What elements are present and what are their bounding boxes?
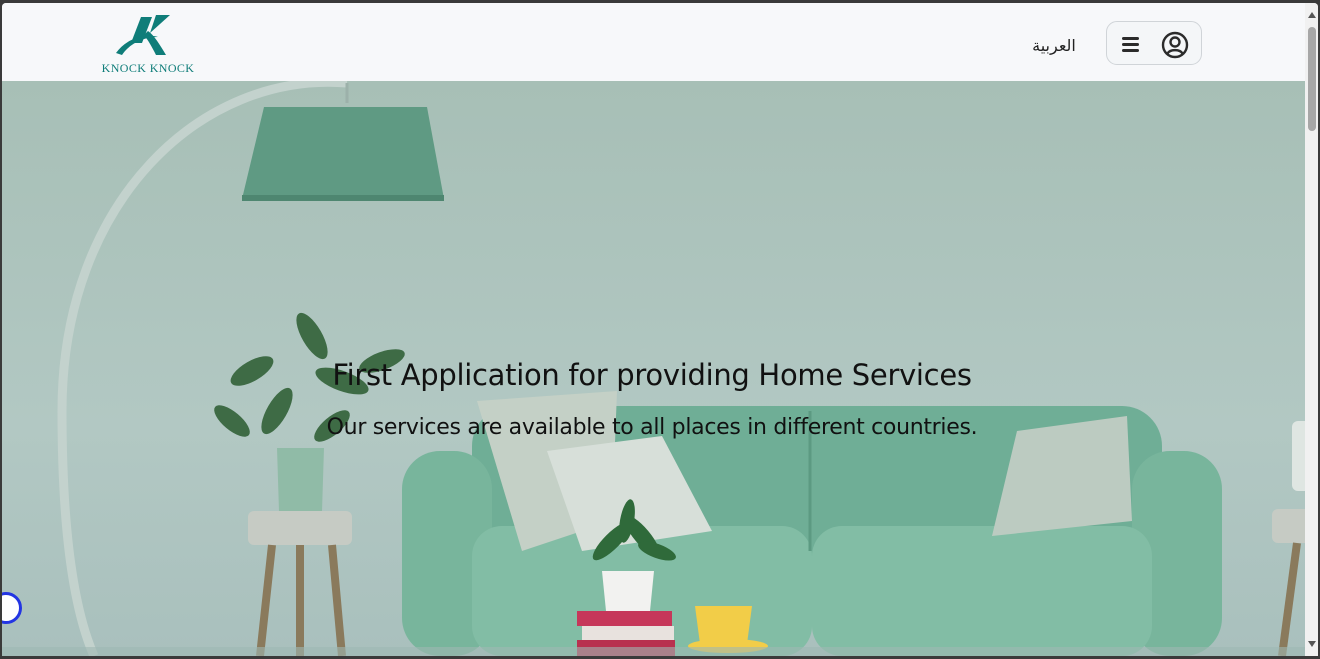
logo-mark-icon (116, 15, 170, 55)
user-menu-button[interactable] (1106, 21, 1202, 65)
browser-viewport: KNOCK KNOCK العربية First Application fo… (2, 3, 1318, 656)
user-circle-icon (1161, 31, 1189, 59)
hero-banner: First Application for providing Home Ser… (2, 81, 1305, 656)
logo-text: KNOCK KNOCK (101, 61, 195, 75)
hero-title: First Application for providing Home Ser… (332, 358, 972, 392)
scroll-up-arrow-icon[interactable] (1308, 12, 1316, 18)
hamburger-icon (1122, 37, 1142, 53)
page-scrollbar[interactable] (1305, 3, 1318, 656)
scroll-down-arrow-icon[interactable] (1308, 641, 1316, 647)
hero-subtitle: Our services are available to all places… (326, 415, 978, 440)
scrollbar-thumb[interactable] (1308, 27, 1316, 131)
site-header: KNOCK KNOCK العربية (2, 3, 1305, 82)
brand-logo[interactable]: KNOCK KNOCK (94, 13, 204, 75)
language-switch-link[interactable]: العربية (1012, 33, 1096, 59)
